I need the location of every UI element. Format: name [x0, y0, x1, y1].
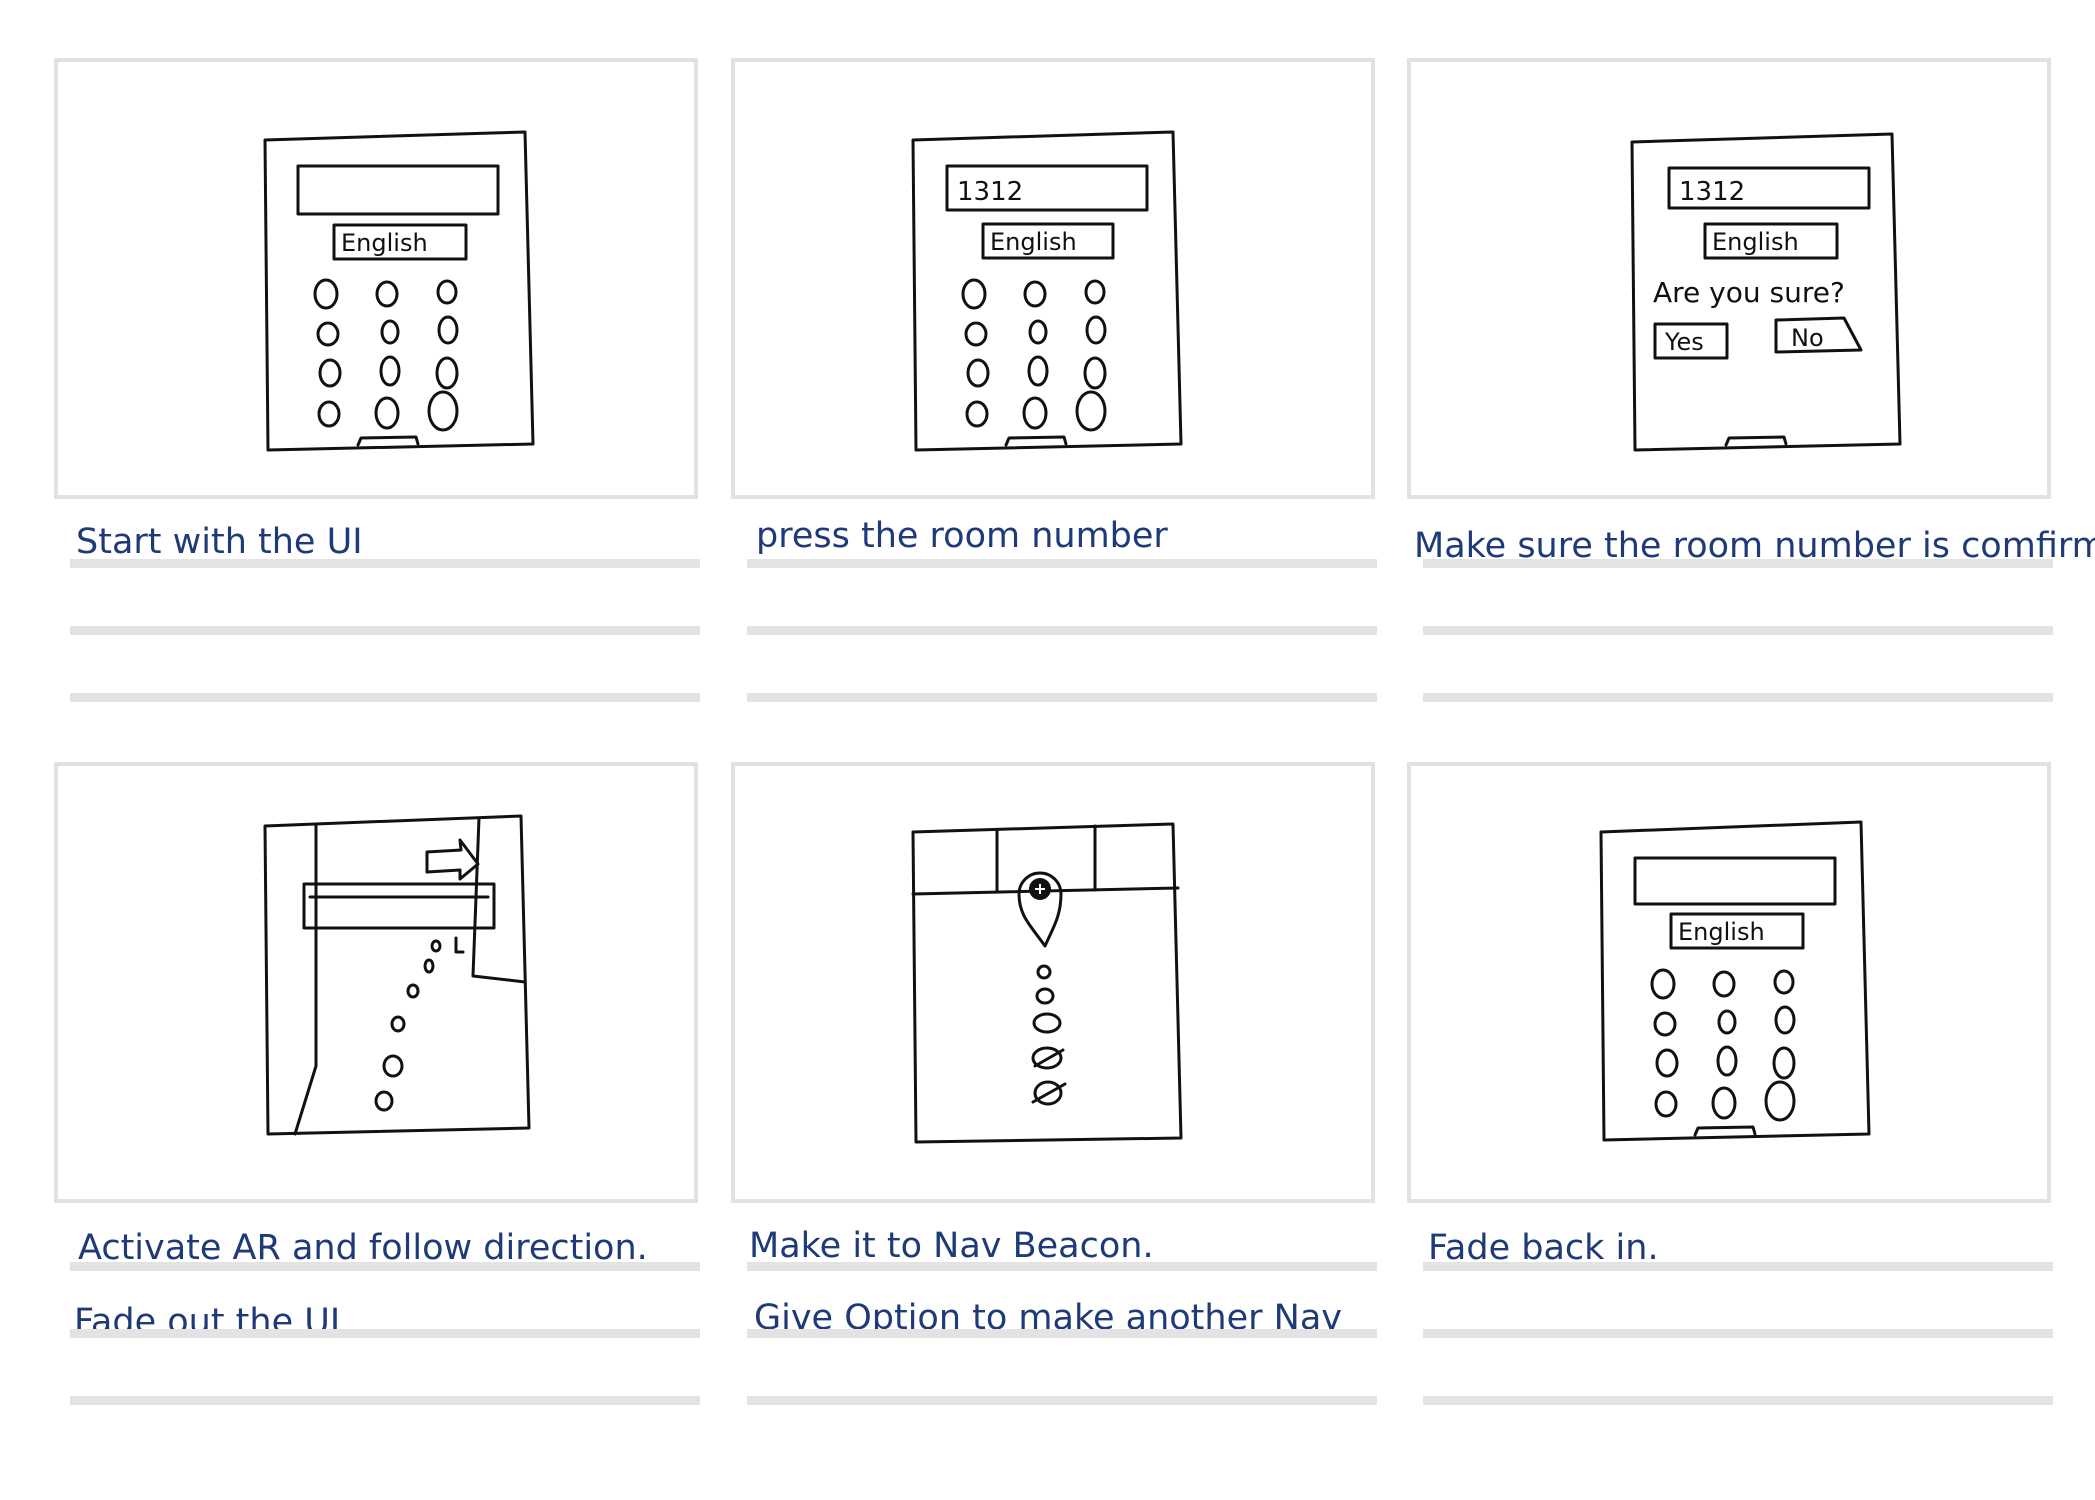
- caption-rule: [747, 693, 1377, 702]
- footprints-icon: [1031, 964, 1067, 1106]
- location-pin-icon: [1017, 871, 1063, 948]
- ar-hallway-sketch: [263, 814, 531, 1136]
- storyboard-frame-1: English: [54, 58, 698, 499]
- caption-rule: [70, 1262, 700, 1271]
- caption-rule: [747, 559, 1377, 568]
- kiosk-sketch: English: [263, 130, 535, 452]
- kiosk-sketch: English: [1599, 820, 1871, 1142]
- arrow-right-icon: [425, 838, 480, 881]
- storyboard-frame-6: English: [1407, 762, 2051, 1203]
- language-label: English: [1678, 918, 1765, 946]
- caption-rule: [70, 1329, 700, 1338]
- language-label: English: [341, 229, 428, 257]
- caption-rule: [747, 1262, 1377, 1271]
- keypad: [313, 278, 459, 432]
- caption-rule: [747, 626, 1377, 635]
- caption-rule: [1423, 626, 2053, 635]
- no-label: No: [1791, 324, 1824, 352]
- caption-rule: [1423, 1396, 2053, 1405]
- caption-rule: [70, 1396, 700, 1405]
- room-number-value: 1312: [1679, 177, 1745, 207]
- kiosk-sketch: 1312 English: [911, 130, 1183, 452]
- room-number-field: [1633, 856, 1837, 906]
- kiosk-sketch: 1312 English Are you sure? Yes No: [1630, 132, 1902, 452]
- room-number-field: [296, 164, 500, 216]
- fading-room-field: [302, 882, 496, 930]
- caption-rule: [1423, 1329, 2053, 1338]
- caption-frame-2-line-1: press the room number: [756, 516, 1168, 556]
- language-label: English: [1712, 228, 1799, 256]
- caption-rule: [70, 559, 700, 568]
- caption-frame-1-line-1: Start with the UI: [76, 522, 363, 562]
- caption-rule: [1423, 1262, 2053, 1271]
- keypad: [961, 278, 1107, 432]
- storyboard-frame-3: 1312 English Are you sure? Yes No: [1407, 58, 2051, 499]
- caption-rule: [1423, 559, 2053, 568]
- storyboard-frame-5: [731, 762, 1375, 1203]
- storyboard-frame-4: [54, 762, 698, 1203]
- nav-beacon-sketch: [911, 822, 1183, 1144]
- yes-label: Yes: [1664, 328, 1704, 356]
- caption-frame-5-line-1: Make it to Nav Beacon.: [749, 1226, 1154, 1266]
- keypad: [1650, 968, 1796, 1122]
- caption-rule: [747, 1396, 1377, 1405]
- storyboard-frame-2: 1312 English: [731, 58, 1375, 499]
- caption-rule: [70, 626, 700, 635]
- caption-rule: [1423, 693, 2053, 702]
- caption-rule: [747, 1329, 1377, 1338]
- room-number-value: 1312: [957, 177, 1023, 207]
- footprints-icon: [374, 936, 465, 1112]
- confirm-prompt: Are you sure?: [1653, 276, 1845, 309]
- language-label: English: [990, 228, 1077, 256]
- caption-rule: [70, 693, 700, 702]
